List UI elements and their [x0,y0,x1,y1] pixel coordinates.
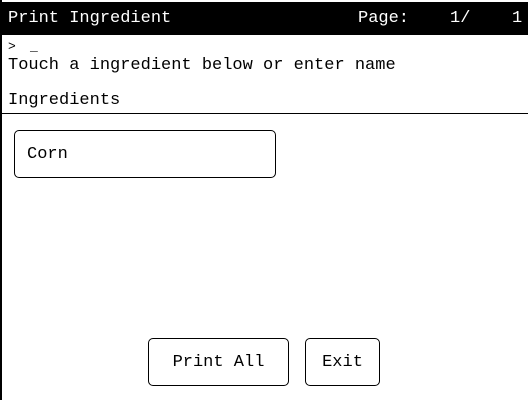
text-cursor: _ [30,39,38,54]
instruction-text: Touch a ingredient below or enter name [8,56,396,75]
print-ingredient-screen: Print Ingredient Page: 1/ 1 > _ Touch a … [0,0,528,400]
ingredients-header: Ingredients [8,91,121,110]
exit-button[interactable]: Exit [305,338,380,386]
page-number: 1/ [450,9,471,28]
page-label: Page: [358,9,410,28]
print-all-button[interactable]: Print All [148,338,289,386]
header-divider [2,113,528,114]
title-bar: Print Ingredient Page: 1/ 1 [2,2,528,35]
prompt-caret: > [8,39,16,54]
ingredient-button-corn[interactable]: Corn [14,130,276,178]
screen-title: Print Ingredient [8,9,172,28]
page-total: 1 [512,9,523,28]
